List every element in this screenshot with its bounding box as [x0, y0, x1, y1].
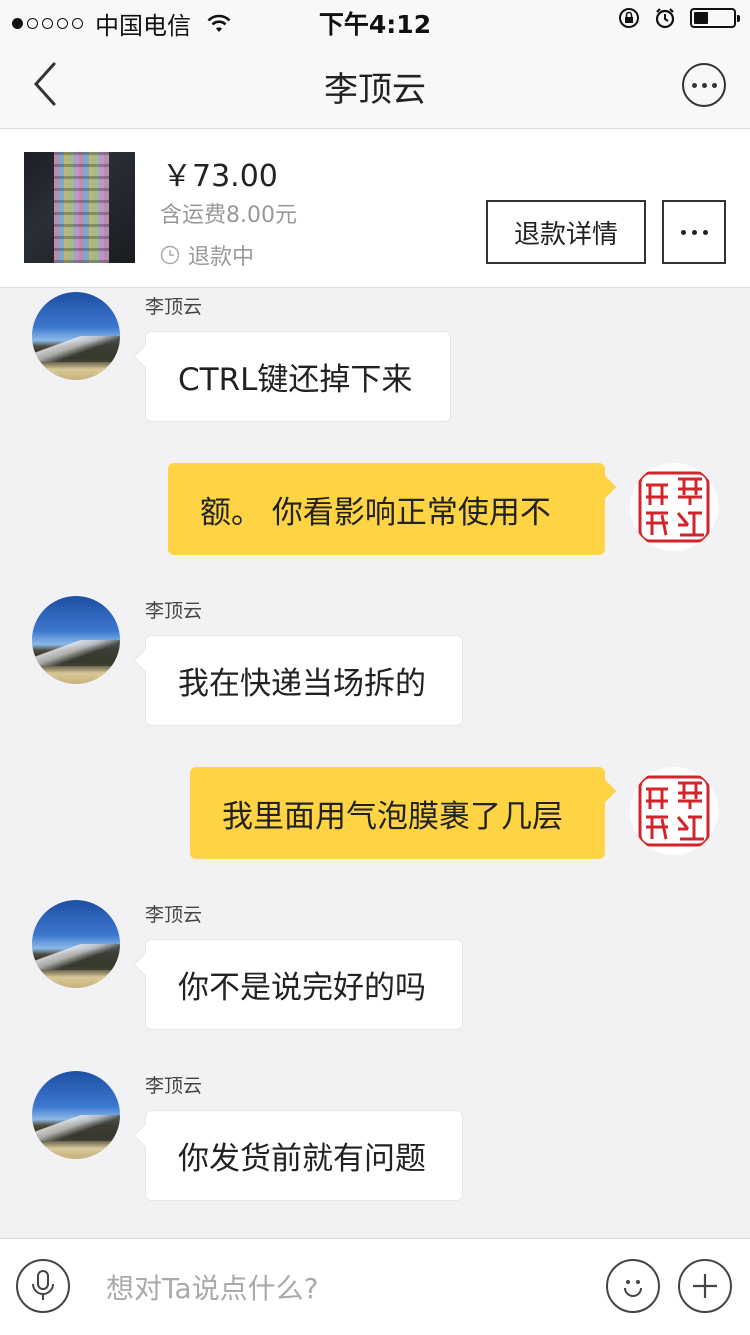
more-options-button[interactable]	[682, 63, 726, 107]
page-title: 李顶云	[324, 70, 426, 110]
refund-status: 退款中	[160, 239, 254, 271]
navigation-bar: 李顶云	[0, 40, 750, 129]
seal-avatar-icon	[633, 466, 715, 548]
message-bubble[interactable]: 你发货前就有问题	[145, 1110, 463, 1201]
contact-avatar[interactable]	[32, 1071, 120, 1159]
order-price: ￥73.00	[162, 159, 278, 194]
add-attachment-button[interactable]	[678, 1259, 732, 1313]
sender-name: 李顶云	[145, 1075, 203, 1097]
clock-icon	[160, 245, 180, 265]
refund-details-button[interactable]: 退款详情	[486, 200, 646, 264]
shipping-fee: 含运费8.00元	[160, 203, 297, 228]
status-bar: 中国电信 下午4:12	[0, 0, 750, 40]
order-card: ￥73.00 含运费8.00元 退款中 退款详情	[0, 129, 750, 288]
message-bubble[interactable]: 我在快递当场拆的	[145, 635, 463, 726]
dot-icon	[691, 229, 697, 235]
sender-name: 李顶云	[145, 296, 203, 318]
seal-avatar-icon	[633, 770, 715, 852]
message-bubble[interactable]: CTRL键还掉下来	[145, 331, 451, 422]
dot-icon	[702, 229, 708, 235]
message-input[interactable]	[104, 1265, 588, 1311]
message-bubble[interactable]: 我里面用气泡膜裹了几层	[190, 767, 605, 859]
dot-icon	[701, 82, 707, 88]
sender-name: 李顶云	[145, 600, 203, 622]
refund-status-text: 退款中	[188, 245, 255, 270]
emoji-button[interactable]	[606, 1259, 660, 1313]
battery-icon	[690, 8, 740, 28]
alarm-icon	[655, 8, 675, 29]
voice-button[interactable]	[16, 1259, 70, 1313]
order-more-button[interactable]	[662, 200, 726, 264]
dot-icon	[711, 82, 717, 88]
sender-name: 李顶云	[145, 904, 203, 926]
message-bubble[interactable]: 你不是说完好的吗	[145, 939, 463, 1030]
product-thumbnail[interactable]	[24, 152, 135, 263]
dot-icon	[680, 229, 686, 235]
contact-avatar[interactable]	[32, 292, 120, 380]
input-bar	[0, 1238, 750, 1335]
dot-icon	[691, 82, 697, 88]
contact-avatar[interactable]	[32, 596, 120, 684]
microphone-icon	[32, 1270, 54, 1300]
plus-icon	[693, 1274, 717, 1298]
smiley-icon	[624, 1280, 642, 1297]
message-bubble[interactable]: 额。 你看影响正常使用不	[168, 463, 605, 555]
my-avatar[interactable]	[630, 767, 718, 855]
contact-avatar[interactable]	[32, 900, 120, 988]
my-avatar[interactable]	[630, 463, 718, 551]
rotation-lock-icon	[619, 8, 639, 28]
